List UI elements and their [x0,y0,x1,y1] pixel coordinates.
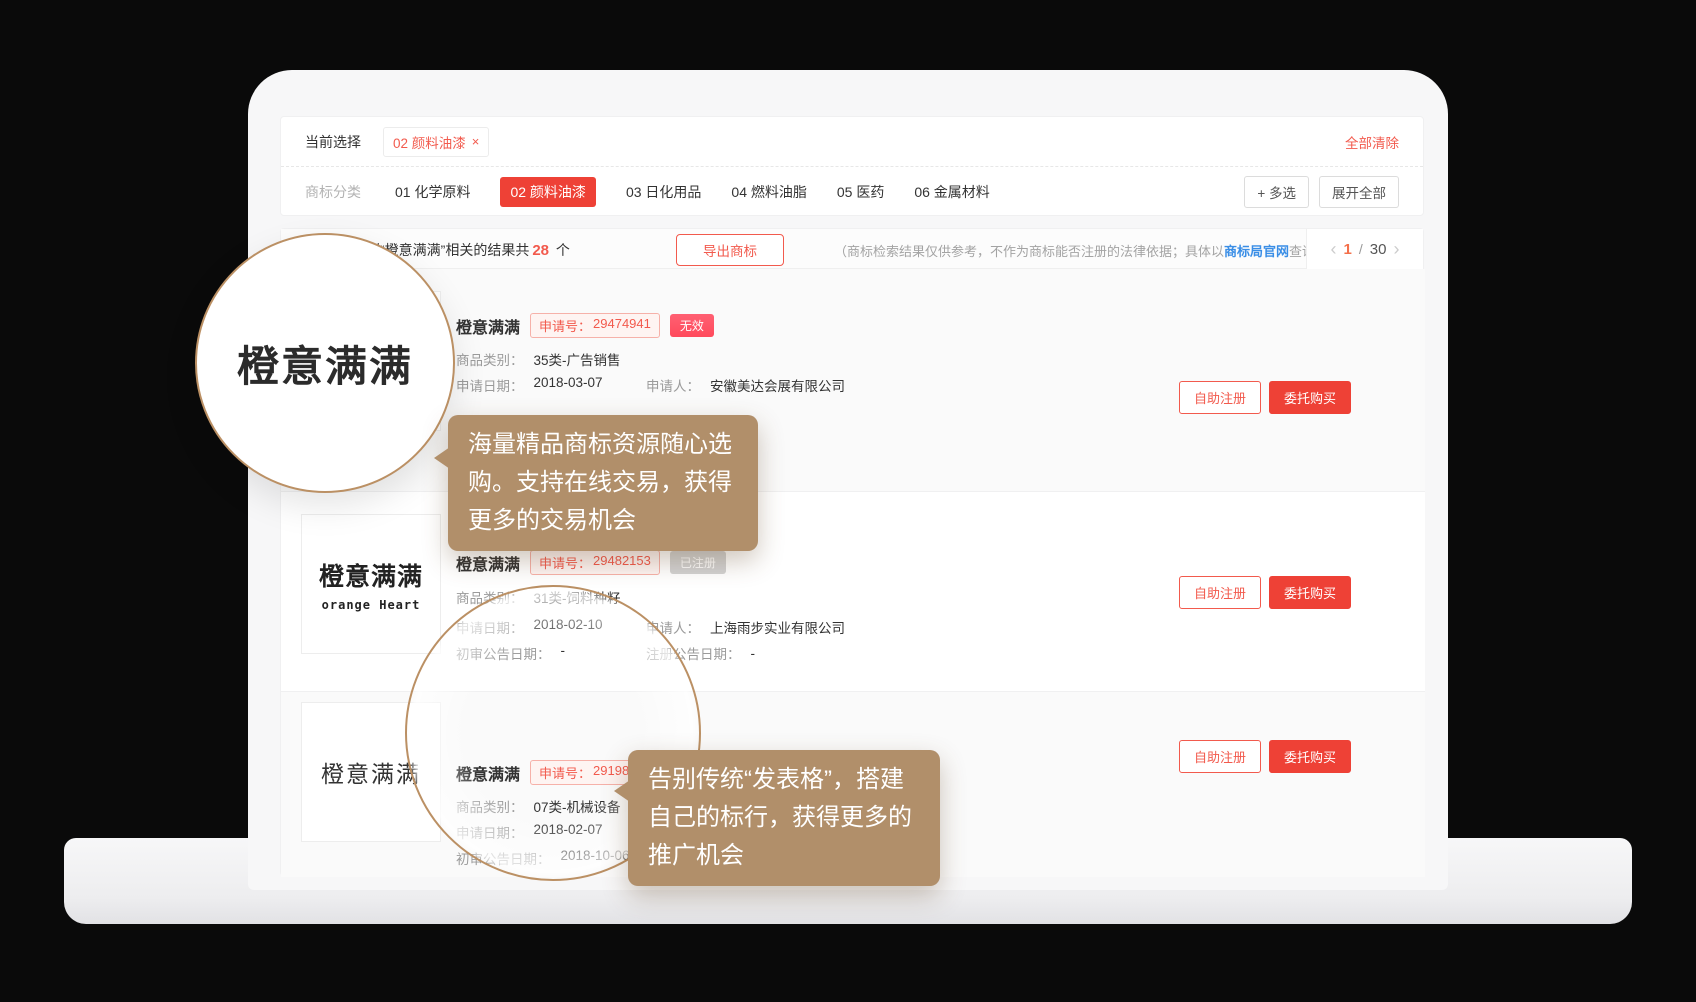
field-label: 申请日期： [456,375,524,395]
category-field: 商品类别： 35类-广告销售 [456,349,621,369]
callout-line: 海量精品商标资源随心选 [468,426,738,464]
field-value: 35类-广告销售 [534,349,621,369]
trademark-name: 橙意满满 [456,314,520,338]
self-register-button[interactable]: 自助注册 [1179,740,1261,773]
category-item-04[interactable]: 04 燃料油脂 [731,182,806,202]
magnifier-circle-zoomed-trademark: 橙意满满 [195,233,455,493]
callout-line: 自己的标行，获得更多的 [648,799,920,837]
export-trademarks-button[interactable]: 导出商标 [676,234,784,266]
callout-line: 推广机会 [648,837,920,875]
remove-filter-icon[interactable]: × [472,134,480,149]
category-item-05[interactable]: 05 医药 [837,182,884,202]
field-value: - [751,646,756,661]
row-actions: 自助注册 委托购买 [1179,740,1351,773]
results-header: 检索到“橙意满满”相关的结果共28 个 导出商标 （商标检索结果仅供参考，不作为… [281,229,1423,269]
pagination: ‹ 1 / 30 › [1306,229,1423,269]
self-register-button[interactable]: 自助注册 [1179,381,1261,414]
field-value: 2018-03-07 [534,375,603,395]
page-total: 30 [1370,241,1387,258]
application-number-label: 申请号： [539,553,591,572]
multi-select-button[interactable]: + 多选 [1244,176,1309,208]
trademark-image-text: 橙意满满 [319,557,423,593]
category-row-label: 商标分类 [305,182,361,202]
callout-line: 购。支持在线交易，获得 [468,464,738,502]
results-count-unit: 个 [556,242,570,258]
field-label: 申请人： [646,375,700,395]
filter-buttons: + 多选 展开全部 [1244,176,1399,208]
current-selection-row: 当前选择 02 颜料油漆 × 全部清除 [281,117,1423,167]
expand-all-button[interactable]: 展开全部 [1319,176,1399,208]
callout-trade-resources: 海量精品商标资源随心选 购。支持在线交易，获得 更多的交易机会 [448,415,758,551]
magnified-trademark-text: 橙意满满 [237,333,413,394]
entrust-purchase-button[interactable]: 委托购买 [1269,576,1351,609]
current-selection-label: 当前选择 [305,132,361,152]
trademark-image-text: 橙意满满 [321,755,421,789]
trademark-title-line: 橙意满满 申请号： 29474941 无效 [456,313,714,338]
status-badge-invalid: 无效 [670,314,714,337]
page-current: 1 [1344,241,1352,258]
page: 当前选择 02 颜料油漆 × 全部清除 商标分类 01 化学原料 02 颜料油漆… [0,0,1696,1002]
field-value: 上海雨步实业有限公司 [710,617,845,637]
trademark-title-line: 橙意满满 申请号： 29482153 已注册 [456,550,726,575]
status-badge-registered: 已注册 [670,551,726,574]
callout-promotion: 告别传统“发表格”，搭建 自己的标行，获得更多的 推广机会 [628,750,940,886]
callout-line: 告别传统“发表格”，搭建 [648,761,920,799]
application-number-value: 29482153 [593,553,651,572]
trademark-office-link[interactable]: 商标局官网 [1224,244,1289,259]
page-prev-icon[interactable]: ‹ [1331,240,1337,258]
category-item-06[interactable]: 06 金属材料 [914,182,989,202]
entrust-purchase-button[interactable]: 委托购买 [1269,740,1351,773]
application-number-value: 29474941 [593,316,651,335]
category-list: 01 化学原料 02 颜料油漆 03 日化用品 04 燃料油脂 05 医药 06… [395,177,990,207]
page-next-icon[interactable]: › [1393,240,1399,258]
page-separator: / [1359,241,1363,257]
results-count: 28 [532,242,549,259]
category-row: 商标分类 01 化学原料 02 颜料油漆 03 日化用品 04 燃料油脂 05 … [281,167,1423,217]
application-number-label: 申请号： [539,316,591,335]
category-item-02-selected[interactable]: 02 颜料油漆 [500,177,595,207]
row-actions: 自助注册 委托购买 [1179,576,1351,609]
trademark-image-subtext: orange Heart [322,598,421,612]
application-number-tag: 申请号： 29474941 [530,313,660,338]
self-register-button[interactable]: 自助注册 [1179,576,1261,609]
selected-filter-tag-label: 02 颜料油漆 [393,132,466,152]
category-item-03[interactable]: 03 日化用品 [626,182,701,202]
category-item-01[interactable]: 01 化学原料 [395,182,470,202]
trademark-image-2[interactable]: 橙意满满 orange Heart [301,514,441,654]
field-value: 安徽美达会展有限公司 [710,375,845,395]
callout-line: 更多的交易机会 [468,502,738,540]
date-applicant-field: 申请日期： 2018-03-07 申请人： 安徽美达会展有限公司 [456,375,845,395]
trademark-name: 橙意满满 [456,551,520,575]
clear-all-button[interactable]: 全部清除 [1345,132,1399,152]
field-label: 商品类别： [456,349,524,369]
row-actions: 自助注册 委托购买 [1179,381,1351,414]
application-number-tag: 申请号： 29482153 [530,550,660,575]
results-disclaimer: （商标检索结果仅供参考，不作为商标能否注册的法律依据；具体以商标局官网查询为准。… [834,241,1361,260]
entrust-purchase-button[interactable]: 委托购买 [1269,381,1351,414]
selected-filter-tag[interactable]: 02 颜料油漆 × [383,127,489,157]
filter-card: 当前选择 02 颜料油漆 × 全部清除 商标分类 01 化学原料 02 颜料油漆… [280,116,1424,216]
disclaimer-text: （商标检索结果仅供参考，不作为商标能否注册的法律依据；具体以 [834,244,1224,259]
